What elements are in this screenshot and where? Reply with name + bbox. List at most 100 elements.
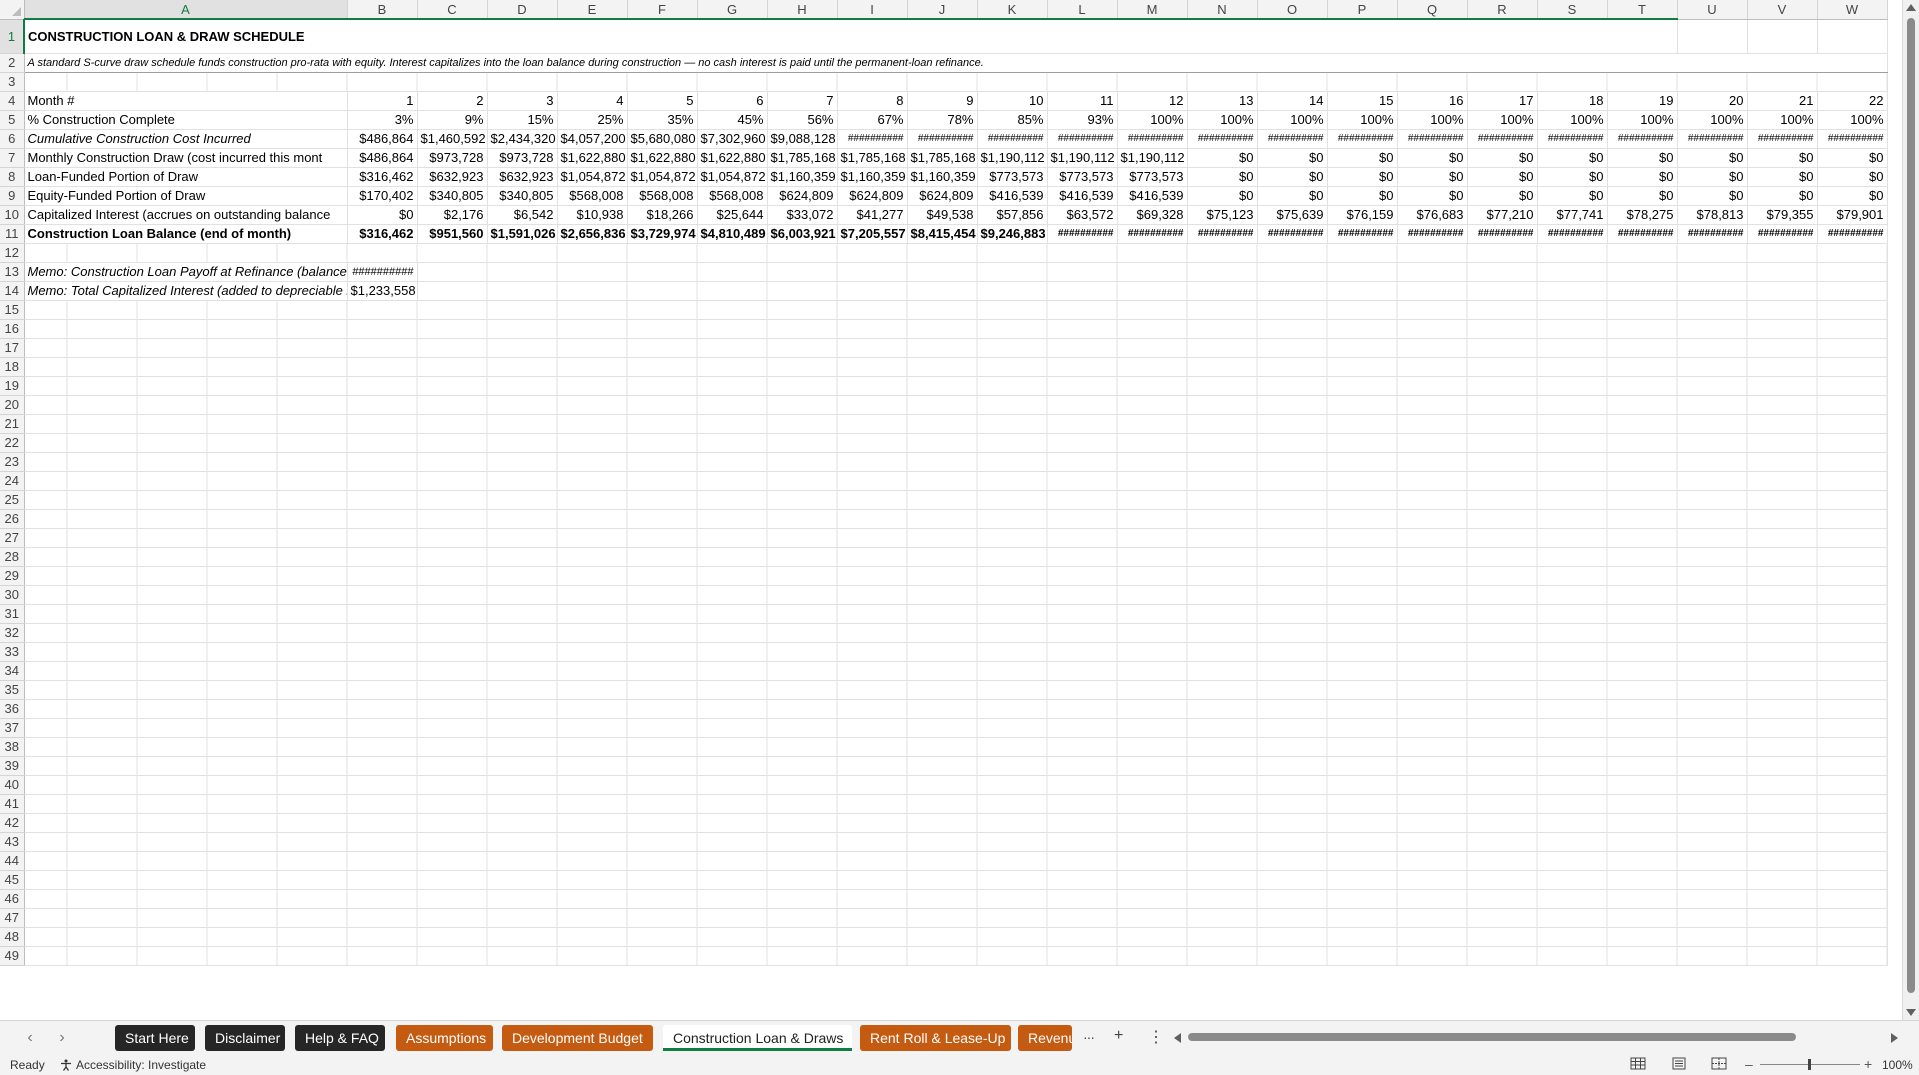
value-cell[interactable]: ########## bbox=[1677, 129, 1748, 149]
sheet-tab[interactable]: Help & FAQ bbox=[295, 1025, 385, 1051]
value-cell[interactable]: ########## bbox=[1117, 224, 1188, 244]
value-cell[interactable]: 78% bbox=[907, 110, 978, 130]
value-cell[interactable]: $18,266 bbox=[627, 205, 698, 225]
value-cell[interactable]: $1,622,880 bbox=[697, 148, 768, 168]
cell[interactable] bbox=[24, 927, 1888, 947]
value-cell[interactable]: $0 bbox=[1747, 167, 1818, 187]
cell[interactable] bbox=[24, 452, 1888, 472]
row-header[interactable]: 44 bbox=[0, 851, 25, 871]
column-header-v[interactable]: V bbox=[1747, 0, 1818, 20]
column-header-l[interactable]: L bbox=[1047, 0, 1118, 20]
value-cell[interactable]: $568,008 bbox=[697, 186, 768, 206]
vertical-scroll-thumb[interactable] bbox=[1907, 18, 1915, 993]
value-cell[interactable]: ########## bbox=[1187, 224, 1258, 244]
cell[interactable] bbox=[417, 281, 1888, 301]
row-label-monthly-draw[interactable]: Monthly Construction Draw (cost incurred… bbox=[24, 148, 348, 168]
value-cell[interactable]: $1,622,880 bbox=[627, 148, 698, 168]
row-header[interactable]: 47 bbox=[0, 908, 25, 928]
value-cell[interactable]: 9% bbox=[417, 110, 488, 130]
value-cell[interactable]: $1,160,359 bbox=[837, 167, 908, 187]
value-cell[interactable]: $75,123 bbox=[1187, 205, 1258, 225]
value-cell[interactable]: $170,402 bbox=[347, 186, 418, 206]
value-cell[interactable]: ########## bbox=[1047, 129, 1118, 149]
value-cell[interactable]: $0 bbox=[1537, 167, 1608, 187]
row-header[interactable]: 49 bbox=[0, 946, 25, 966]
page-layout-view-icon[interactable] bbox=[1671, 1057, 1687, 1070]
column-header-a[interactable]: A bbox=[24, 0, 348, 20]
value-cell[interactable]: $0 bbox=[1747, 186, 1818, 206]
row-header[interactable]: 40 bbox=[0, 775, 25, 795]
value-cell[interactable]: $316,462 bbox=[347, 167, 418, 187]
row-header[interactable]: 24 bbox=[0, 471, 25, 491]
zoom-in-icon[interactable]: + bbox=[1864, 1056, 1872, 1072]
value-cell[interactable]: ########## bbox=[1467, 129, 1538, 149]
cell[interactable] bbox=[24, 870, 1888, 890]
value-cell[interactable]: ########## bbox=[1397, 224, 1468, 244]
zoom-out-icon[interactable]: – bbox=[1745, 1056, 1753, 1072]
row-header[interactable]: 42 bbox=[0, 813, 25, 833]
value-cell[interactable]: $416,539 bbox=[977, 186, 1048, 206]
value-cell[interactable]: ########## bbox=[1817, 129, 1888, 149]
value-cell[interactable]: $973,728 bbox=[487, 148, 558, 168]
row-header[interactable]: 34 bbox=[0, 661, 25, 681]
value-cell[interactable]: $77,741 bbox=[1537, 205, 1608, 225]
column-header-i[interactable]: I bbox=[837, 0, 908, 20]
memo-payoff-value[interactable]: ########## bbox=[347, 262, 418, 282]
value-cell[interactable]: ########## bbox=[907, 129, 978, 149]
cell[interactable] bbox=[24, 775, 1888, 795]
value-cell[interactable]: 25% bbox=[557, 110, 628, 130]
sheet-tab[interactable]: Rent Roll & Lease-Up bbox=[860, 1025, 1011, 1051]
value-cell[interactable]: 6 bbox=[697, 91, 768, 111]
sheet-subtitle[interactable]: A standard S-curve draw schedule funds c… bbox=[24, 53, 1888, 73]
value-cell[interactable]: $0 bbox=[1607, 167, 1678, 187]
row-header[interactable]: 36 bbox=[0, 699, 25, 719]
value-cell[interactable]: $69,328 bbox=[1117, 205, 1188, 225]
row-header[interactable]: 23 bbox=[0, 452, 25, 472]
value-cell[interactable]: $416,539 bbox=[1117, 186, 1188, 206]
value-cell[interactable]: $33,072 bbox=[767, 205, 838, 225]
value-cell[interactable]: $568,008 bbox=[557, 186, 628, 206]
row-header[interactable]: 8 bbox=[0, 167, 25, 187]
value-cell[interactable]: $41,277 bbox=[837, 205, 908, 225]
value-cell[interactable]: $773,573 bbox=[1047, 167, 1118, 187]
row-header[interactable]: 20 bbox=[0, 395, 25, 415]
sheet-tab[interactable]: Revenu bbox=[1018, 1025, 1072, 1051]
row-header[interactable]: 3 bbox=[0, 72, 25, 92]
value-cell[interactable]: 100% bbox=[1327, 110, 1398, 130]
zoom-level[interactable]: 100% bbox=[1882, 1058, 1913, 1072]
cell[interactable] bbox=[24, 528, 1888, 548]
value-cell[interactable]: $10,938 bbox=[557, 205, 628, 225]
value-cell[interactable]: ########## bbox=[1257, 224, 1328, 244]
value-cell[interactable]: $1,054,872 bbox=[697, 167, 768, 187]
value-cell[interactable]: 15% bbox=[487, 110, 558, 130]
value-cell[interactable]: 1 bbox=[347, 91, 418, 111]
cell[interactable] bbox=[24, 338, 1888, 358]
value-cell[interactable]: 2 bbox=[417, 91, 488, 111]
row-label-loan-funded[interactable]: Loan-Funded Portion of Draw bbox=[24, 167, 348, 187]
value-cell[interactable]: 67% bbox=[837, 110, 908, 130]
row-header[interactable]: 19 bbox=[0, 376, 25, 396]
page-break-view-icon[interactable] bbox=[1711, 1057, 1727, 1070]
value-cell[interactable]: $6,003,921 bbox=[767, 224, 838, 244]
value-cell[interactable]: ########## bbox=[1537, 129, 1608, 149]
value-cell[interactable]: ########## bbox=[1747, 129, 1818, 149]
value-cell[interactable]: $1,054,872 bbox=[627, 167, 698, 187]
value-cell[interactable]: $1,785,168 bbox=[837, 148, 908, 168]
row-header[interactable]: 2 bbox=[0, 53, 25, 73]
value-cell[interactable]: 11 bbox=[1047, 91, 1118, 111]
cell[interactable] bbox=[24, 661, 1888, 681]
value-cell[interactable]: ########## bbox=[1327, 224, 1398, 244]
cell[interactable] bbox=[24, 585, 1888, 605]
value-cell[interactable]: $0 bbox=[1607, 148, 1678, 168]
value-cell[interactable]: 18 bbox=[1537, 91, 1608, 111]
value-cell[interactable]: $0 bbox=[347, 205, 418, 225]
value-cell[interactable]: $1,785,168 bbox=[767, 148, 838, 168]
value-cell[interactable]: $4,057,200 bbox=[557, 129, 628, 149]
value-cell[interactable]: ########## bbox=[1537, 224, 1608, 244]
value-cell[interactable]: $57,856 bbox=[977, 205, 1048, 225]
cell[interactable] bbox=[24, 395, 1888, 415]
value-cell[interactable]: $632,923 bbox=[417, 167, 488, 187]
row-header[interactable]: 14 bbox=[0, 281, 25, 301]
value-cell[interactable]: $0 bbox=[1677, 148, 1748, 168]
cell[interactable] bbox=[24, 433, 1888, 453]
